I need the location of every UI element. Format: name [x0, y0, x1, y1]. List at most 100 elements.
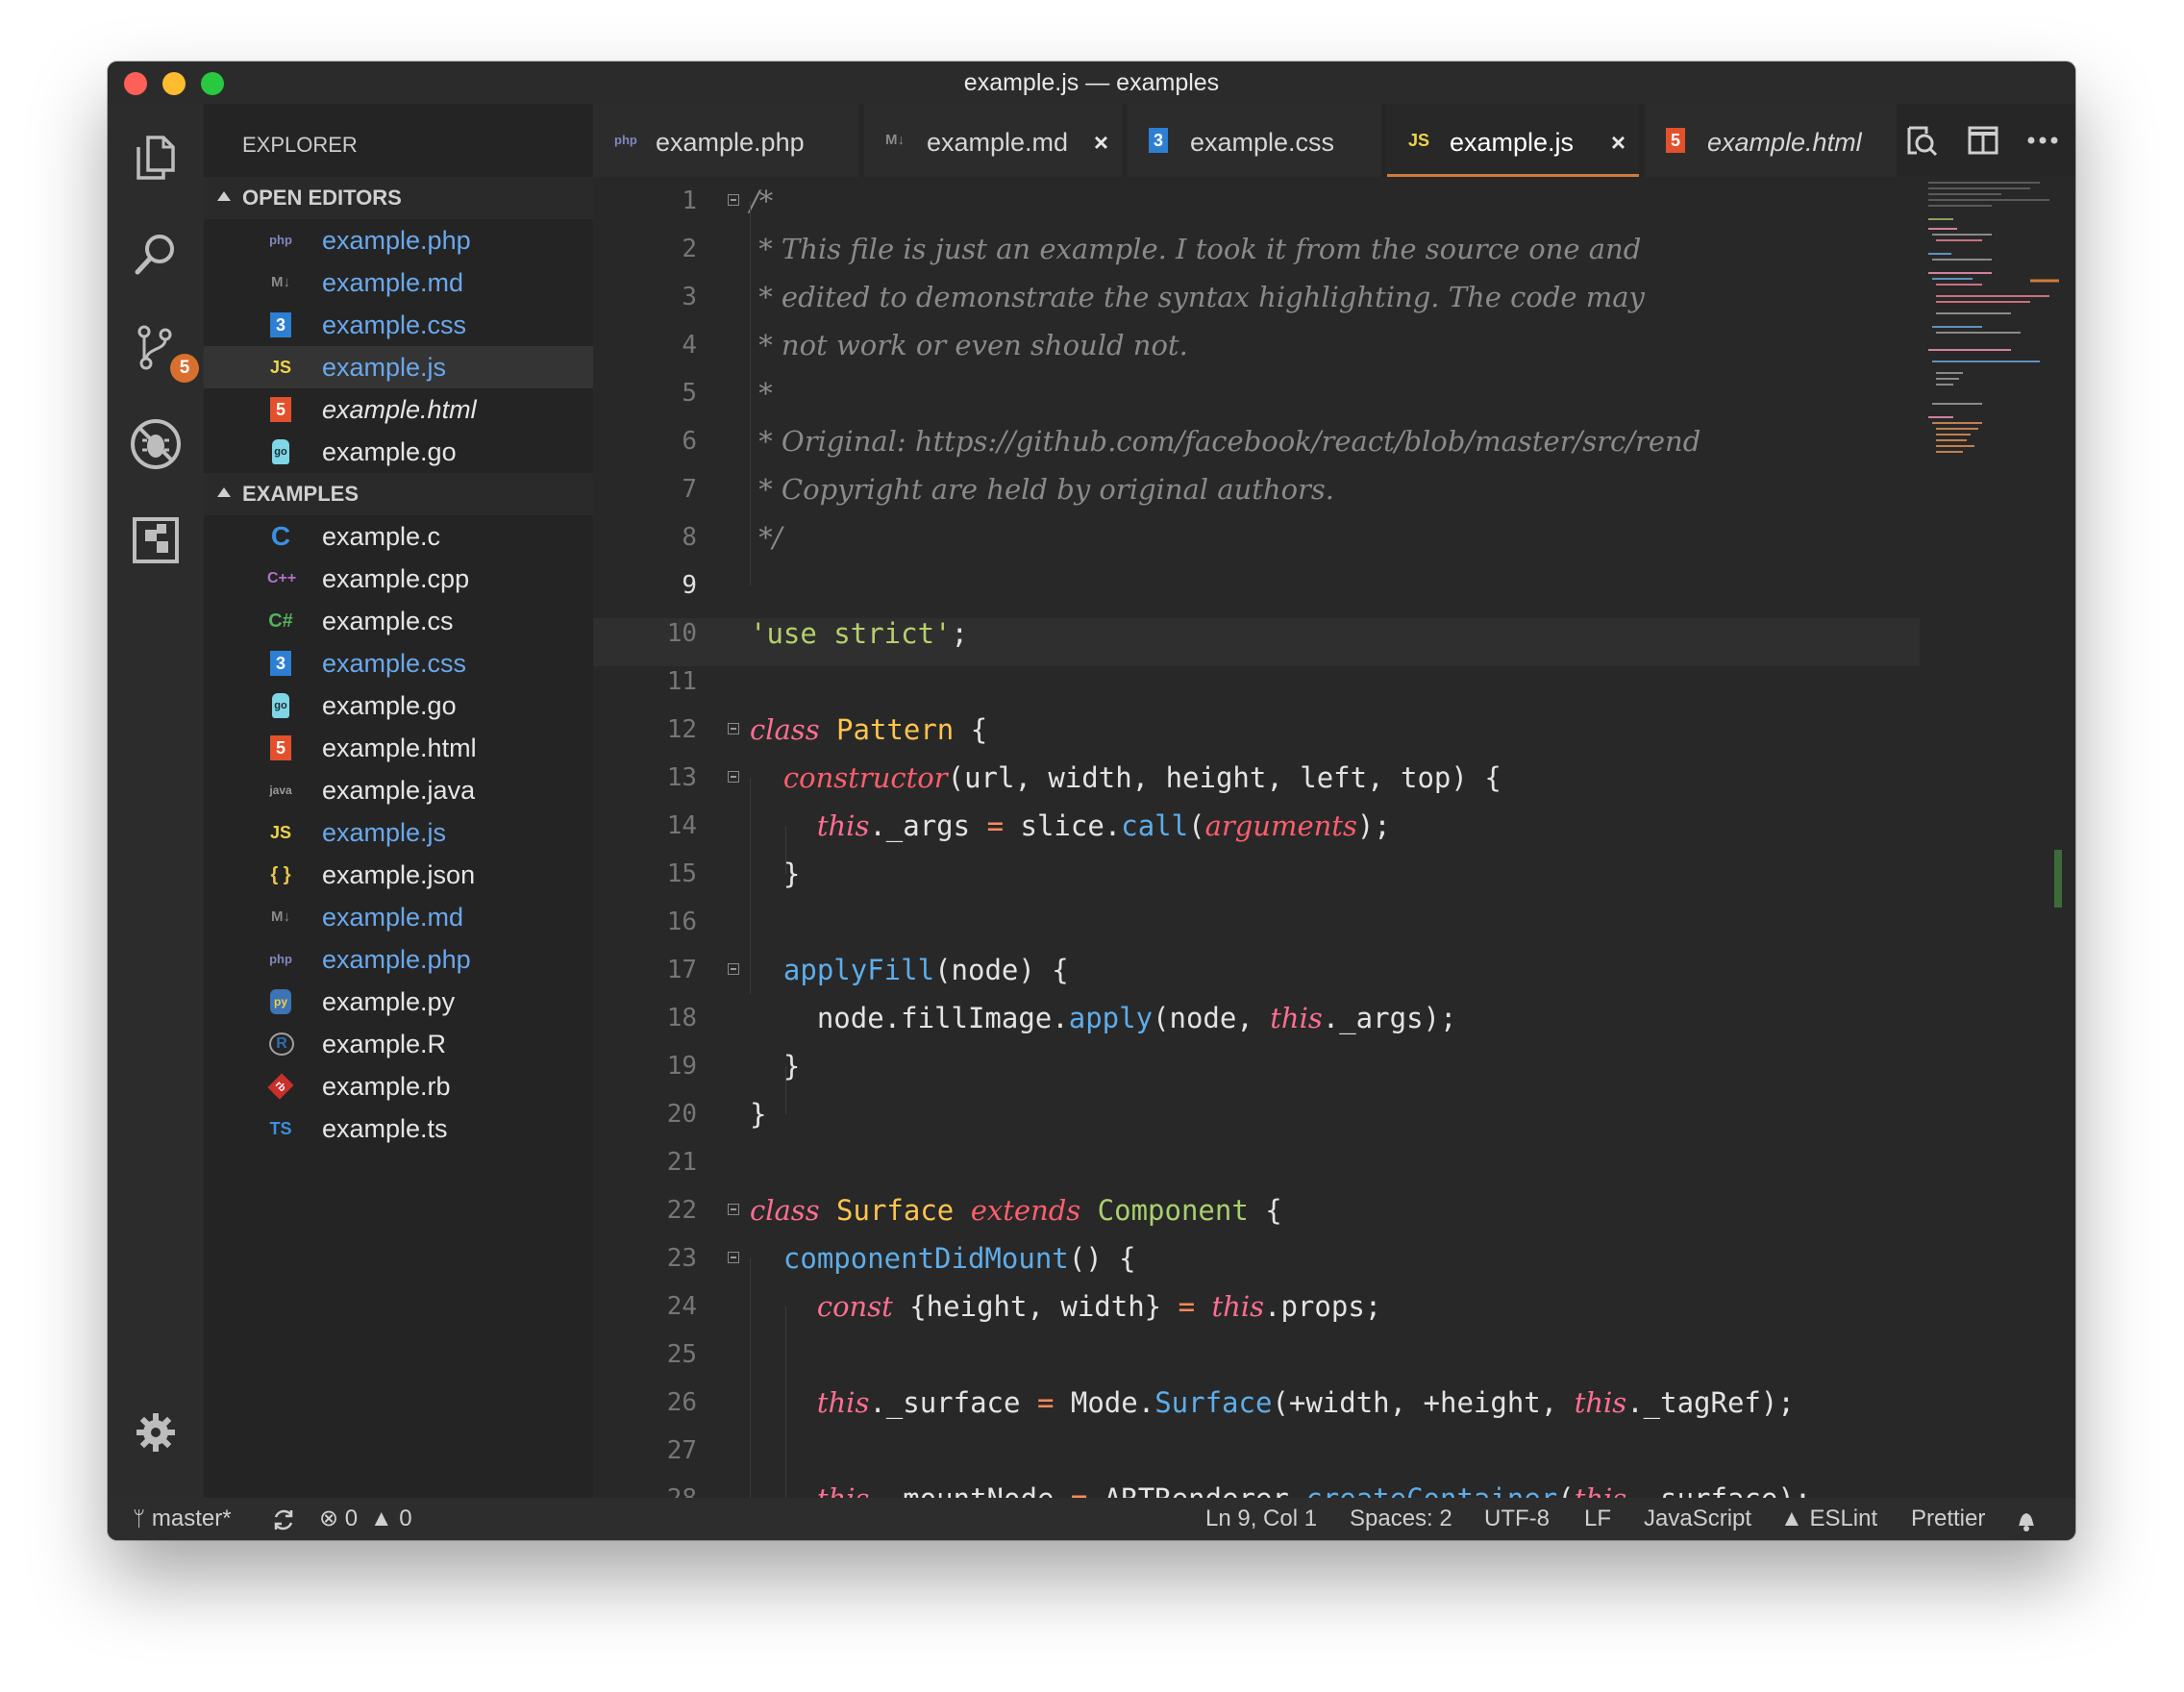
- status-bar: ᛘ master* ⊗ 0 ▲ 0 Ln 9, Col 1 Spaces: 2 …: [108, 1498, 2075, 1540]
- code-token: */: [750, 521, 782, 554]
- tab-example-css[interactable]: 3 example.css: [1128, 104, 1381, 177]
- close-tab-icon[interactable]: ×: [1611, 104, 1626, 181]
- code-token: extends: [970, 1194, 1081, 1227]
- open-editor-html[interactable]: 5 example.html: [204, 388, 593, 431]
- prettier-status[interactable]: Prettier: [1911, 1498, 1985, 1540]
- line-code: * not work or even should not.: [750, 321, 1188, 369]
- extensions-icon[interactable]: [125, 510, 186, 571]
- cpp-file-icon: C++: [267, 570, 297, 586]
- markdown-file-icon: M↓: [885, 132, 905, 148]
- open-editors-header[interactable]: OPEN EDITORS: [204, 177, 593, 219]
- code-token: * not work or even should not.: [750, 329, 1188, 361]
- line-number: 11: [666, 667, 697, 696]
- scrollbar-marker[interactable]: [2054, 850, 2062, 908]
- code-editor[interactable]: 1 /* 2 * This file is just an example. I t…: [593, 177, 2075, 1498]
- warning-icon: ▲: [369, 1505, 393, 1531]
- fold-toggle-icon[interactable]: [728, 771, 739, 783]
- line-code: constructor(url, width, height, left, to…: [750, 754, 1502, 802]
- open-editor-md[interactable]: M↓ example.md: [204, 261, 593, 304]
- code-token: =: [1071, 1482, 1087, 1498]
- language-mode[interactable]: JavaScript: [1644, 1498, 1751, 1540]
- code-line: 25: [593, 1331, 1920, 1379]
- line-number: 10: [666, 619, 697, 648]
- file-md[interactable]: M↓ example.md: [204, 896, 593, 938]
- code-line: 6 * Original: https://github.com/faceboo…: [593, 417, 1920, 465]
- line-number: 27: [666, 1436, 697, 1465]
- line-number: 3: [682, 283, 697, 311]
- file-r[interactable]: R example.R: [204, 1023, 593, 1065]
- code-token: ._mountNode: [869, 1482, 1071, 1498]
- gear-icon[interactable]: [125, 1402, 186, 1463]
- file-php[interactable]: php example.php: [204, 938, 593, 981]
- split-editor-icon[interactable]: [1964, 121, 2002, 160]
- open-editor-php[interactable]: php example.php: [204, 219, 593, 261]
- file-go[interactable]: go example.go: [204, 684, 593, 727]
- code-token: Surface: [1154, 1386, 1273, 1419]
- file-java[interactable]: java example.java: [204, 769, 593, 811]
- examples-folder-header[interactable]: EXAMPLES: [204, 473, 593, 515]
- file-html[interactable]: 5 example.html: [204, 727, 593, 769]
- code-line: 2 * This file is just an example. I took…: [593, 225, 1920, 273]
- files-icon[interactable]: [125, 127, 186, 188]
- line-code: * edited to demonstrate the syntax highl…: [750, 273, 1645, 321]
- open-editor-js[interactable]: JS example.js: [204, 346, 593, 388]
- file-label: example.go: [322, 437, 457, 466]
- code-token: componentDidMount: [782, 1242, 1069, 1275]
- php-file-icon: php: [614, 133, 637, 147]
- code-token: * edited to demonstrate the syntax highl…: [750, 281, 1645, 313]
- code-token: (: [1188, 809, 1205, 842]
- file-cs[interactable]: C# example.cs: [204, 600, 593, 642]
- end-of-line[interactable]: LF: [1584, 1498, 1611, 1540]
- code-line: 19 }: [593, 1042, 1920, 1090]
- fold-toggle-icon[interactable]: [728, 194, 739, 206]
- code-token: this: [817, 1482, 870, 1498]
- activity-bar: 5: [108, 104, 204, 1498]
- bell-icon[interactable]: [2015, 1498, 2038, 1540]
- fold-toggle-icon[interactable]: [728, 1204, 739, 1215]
- open-preview-icon[interactable]: [1902, 121, 1941, 160]
- file-label: example.json: [322, 860, 476, 889]
- debug-icon[interactable]: [125, 413, 186, 475]
- tab-example-md[interactable]: M↓ example.md ×: [864, 104, 1122, 177]
- file-cpp[interactable]: C++ example.cpp: [204, 558, 593, 600]
- problems-indicator[interactable]: ⊗ 0 ▲ 0: [319, 1498, 412, 1540]
- line-number: 16: [666, 908, 697, 936]
- fold-toggle-icon[interactable]: [728, 723, 739, 734]
- sync-icon[interactable]: [271, 1498, 296, 1540]
- search-icon[interactable]: [125, 223, 186, 285]
- tab-example-php[interactable]: php example.php: [593, 104, 858, 177]
- code-token: ;: [951, 617, 968, 650]
- file-js[interactable]: JS example.js: [204, 811, 593, 854]
- minimap[interactable]: [1924, 177, 2059, 504]
- eslint-status[interactable]: ▲ ESLint: [1780, 1498, 1877, 1540]
- source-control-icon[interactable]: 5: [125, 317, 199, 383]
- code-line: 13 constructor(url, width, height, left,…: [593, 754, 1920, 802]
- tab-example-html[interactable]: 5 example.html: [1645, 104, 1897, 177]
- file-css[interactable]: 3 example.css: [204, 642, 593, 684]
- encoding[interactable]: UTF-8: [1484, 1498, 1550, 1540]
- open-editor-go[interactable]: go example.go: [204, 431, 593, 473]
- open-editor-css[interactable]: 3 example.css: [204, 304, 593, 346]
- file-c[interactable]: C example.c: [204, 515, 593, 558]
- window-title: example.js — examples: [963, 69, 1220, 96]
- code-token: this: [816, 1386, 870, 1419]
- ruby-file-icon: rb: [267, 1073, 294, 1100]
- close-tab-icon[interactable]: ×: [1094, 104, 1108, 181]
- explorer-title: EXPLORER: [242, 133, 358, 157]
- cursor-position[interactable]: Ln 9, Col 1: [1205, 1498, 1317, 1540]
- tab-example-js[interactable]: JS example.js ×: [1387, 104, 1639, 177]
- line-number: 23: [666, 1244, 697, 1273]
- file-rb[interactable]: rb example.rb: [204, 1065, 593, 1107]
- branch-indicator[interactable]: ᛘ master*: [133, 1498, 232, 1540]
- code-line: 26 this._surface = Mode.Surface(+width, …: [593, 1379, 1920, 1427]
- more-actions-icon[interactable]: [2023, 121, 2062, 160]
- file-json[interactable]: { } example.json: [204, 854, 593, 896]
- fold-toggle-icon[interactable]: [728, 1252, 739, 1263]
- file-py[interactable]: py example.py: [204, 981, 593, 1023]
- indentation[interactable]: Spaces: 2: [1350, 1498, 1452, 1540]
- markdown-file-icon: M↓: [271, 274, 290, 290]
- line-number: 6: [682, 427, 697, 456]
- fold-toggle-icon[interactable]: [728, 963, 739, 975]
- file-ts[interactable]: TS example.ts: [204, 1107, 593, 1150]
